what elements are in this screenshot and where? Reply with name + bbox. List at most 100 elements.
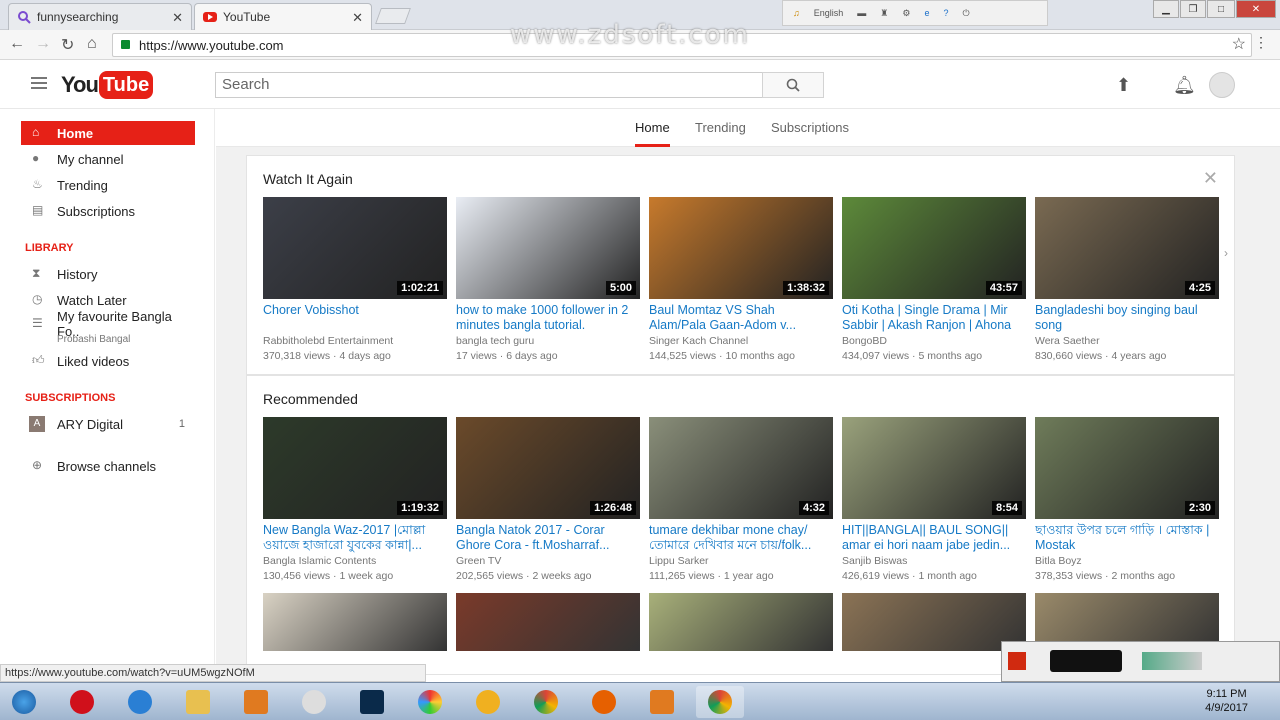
video-age: 5 months ago — [918, 350, 983, 362]
video-title[interactable]: how to make 1000 follower in 2 minutes b… — [456, 303, 640, 333]
sidebar-item-liked-videos[interactable]: 👍︎ Liked videos — [21, 349, 195, 373]
reload-icon[interactable]: ↻ — [61, 35, 74, 55]
upload-icon[interactable]: ⬆ — [1116, 75, 1131, 96]
chevron-right-icon[interactable]: › — [1224, 246, 1228, 260]
video-channel[interactable]: Sanjib Biswas — [842, 555, 1026, 567]
video-thumbnail[interactable]: 4:32 — [649, 417, 833, 519]
plus-circle-icon: ⊕ — [32, 458, 43, 472]
video-thumbnail[interactable] — [456, 593, 640, 651]
sidebar-item-browse-channels[interactable]: ⊕ Browse channels — [21, 454, 195, 478]
restore-button[interactable]: ❐ — [1180, 0, 1206, 18]
video-title[interactable]: HIT||BANGLA|| BAUL SONG|| amar ei hori n… — [842, 523, 1026, 553]
sidebar-item-label: Watch Later — [57, 292, 127, 308]
search-button[interactable] — [762, 72, 824, 98]
hamburger-menu-icon[interactable] — [31, 77, 47, 92]
taskbar-chrome[interactable] — [522, 686, 570, 718]
taskbar-firefox[interactable] — [580, 686, 628, 718]
taskbar-picasa[interactable] — [406, 686, 454, 718]
video-channel[interactable]: BongoBD — [842, 335, 1026, 347]
video-thumbnail[interactable]: 8:54 — [842, 417, 1026, 519]
logo-you: You — [61, 72, 99, 97]
video-channel[interactable]: Bitla Boyz — [1035, 555, 1219, 567]
video-title[interactable]: tumare dekhibar mone chay/ তোমারে দেখিবা… — [649, 523, 833, 553]
sidebar-item-trending[interactable]: ♨ Trending — [21, 173, 195, 197]
video-thumbnail[interactable]: 43:57 — [842, 197, 1026, 299]
help-icon[interactable]: ? — [943, 8, 948, 18]
video-thumbnail[interactable]: 1:02:21 — [263, 197, 447, 299]
taskbar-explorer[interactable] — [174, 686, 222, 718]
taskbar-media[interactable] — [232, 686, 280, 718]
minimize-button[interactable]: ▁ — [1153, 0, 1179, 18]
system-clock[interactable]: 9:11 PM 4/9/2017 — [1205, 687, 1248, 715]
home-button-icon[interactable]: ⌂ — [87, 35, 97, 53]
avatar[interactable] — [1209, 72, 1235, 98]
taskbar-opera[interactable] — [58, 686, 106, 718]
video-channel[interactable]: Bangla Islamic Contents — [263, 555, 447, 567]
brush-icon[interactable]: ♜ — [880, 8, 888, 19]
video-thumbnail[interactable] — [263, 593, 447, 651]
keyboard-icon[interactable]: ▬ — [857, 8, 866, 18]
sidebar-item-my-channel[interactable]: ● My channel — [21, 147, 195, 171]
search-input[interactable]: Search — [215, 72, 763, 98]
video-channel[interactable]: Wera Saether — [1035, 335, 1219, 347]
youtube-logo[interactable]: You Tube — [61, 71, 154, 99]
back-arrow-icon[interactable]: ← — [9, 35, 25, 53]
video-title[interactable]: New Bangla Waz-2017 |মোল্লা ওয়াজে হাজার… — [263, 523, 447, 553]
close-icon[interactable]: ✕ — [1203, 168, 1218, 189]
video-channel[interactable]: bangla tech guru — [456, 335, 640, 347]
forward-arrow-icon[interactable]: → — [35, 35, 51, 53]
power-icon[interactable]: ⏻ — [962, 8, 969, 19]
video-thumbnail[interactable]: 1:26:48 — [456, 417, 640, 519]
video-title[interactable]: ছাওয়ার উপর চলে গাড়ি । মোস্তাক | Mostak — [1035, 523, 1219, 553]
video-channel[interactable]: Green TV — [456, 555, 640, 567]
close-tab-icon[interactable]: ✕ — [172, 10, 183, 26]
tab-trending[interactable]: Trending — [695, 120, 746, 135]
recorder-panel — [1001, 641, 1280, 682]
close-window-button[interactable]: ✕ — [1236, 0, 1276, 18]
taskbar-photoshop[interactable] — [348, 686, 396, 718]
record-stop-button[interactable] — [1008, 652, 1026, 670]
video-channel[interactable]: Lippu Sarker — [649, 555, 833, 567]
tab-funnysearching[interactable]: funnysearching ✕ — [8, 3, 192, 30]
taskbar-recorder[interactable] — [638, 686, 686, 718]
menu-dots-icon[interactable]: ⋮ — [1254, 34, 1268, 51]
maximize-button[interactable]: □ — [1207, 0, 1235, 18]
bookmark-star-icon[interactable]: ☆ — [1232, 34, 1246, 54]
chrome-icon — [708, 690, 732, 714]
video-thumbnail[interactable]: 1:38:32 — [649, 197, 833, 299]
video-thumbnail[interactable] — [842, 593, 1026, 651]
tab-youtube[interactable]: YouTube ✕ — [194, 3, 372, 30]
start-button[interactable] — [0, 686, 48, 718]
video-thumbnail[interactable]: 4:25 — [1035, 197, 1219, 299]
taskbar-player[interactable] — [464, 686, 512, 718]
sidebar-item-history[interactable]: ⧗ History — [21, 262, 195, 286]
video-thumbnail[interactable]: 5:00 — [456, 197, 640, 299]
taskbar-chrome-active[interactable] — [696, 686, 744, 718]
video-age: 4 days ago — [339, 350, 391, 362]
bell-icon[interactable]: 🔔︎ — [1173, 75, 1196, 96]
video-title[interactable]: Bangla Natok 2017 - Corar Ghore Cora - f… — [456, 523, 640, 553]
video-channel[interactable]: Singer Kach Channel — [649, 335, 833, 347]
tab-home[interactable]: Home — [635, 120, 670, 147]
video-title[interactable]: Bangladeshi boy singing baul song — [1035, 303, 1219, 333]
sidebar-item-ary-digital[interactable]: A ARY Digital 1 — [21, 412, 195, 436]
ie-icon[interactable]: e — [924, 8, 929, 18]
video-age: 1 year ago — [723, 570, 774, 582]
video-channel[interactable]: Rabbitholebd Entertainment — [263, 335, 447, 347]
taskbar-ie[interactable] — [116, 686, 164, 718]
close-tab-icon[interactable]: ✕ — [352, 10, 363, 26]
video-title[interactable]: Oti Kotha | Single Drama | Mir Sabbir | … — [842, 303, 1026, 333]
video-thumbnail[interactable] — [649, 593, 833, 651]
video-thumbnail[interactable]: 2:30 — [1035, 417, 1219, 519]
new-tab-button[interactable] — [375, 8, 411, 24]
sidebar-item-home[interactable]: ⌂ Home — [21, 121, 195, 145]
sidebar-item-subscriptions[interactable]: ▤ Subscriptions — [21, 199, 195, 223]
tab-subscriptions[interactable]: Subscriptions — [771, 120, 849, 135]
video-title[interactable]: Chorer Vobisshot — [263, 303, 447, 318]
gear-icon[interactable]: ⚙ — [902, 8, 910, 19]
video-thumbnail[interactable]: 1:19:32 — [263, 417, 447, 519]
taskbar-app[interactable] — [290, 686, 338, 718]
video-title[interactable]: Baul Momtaz VS Shah Alam/Pala Gaan-Adom … — [649, 303, 833, 333]
sidebar-item-playlist[interactable]: ☰ My favourite Bangla Fo.. — [21, 309, 195, 339]
library-heading: LIBRARY — [25, 242, 74, 254]
